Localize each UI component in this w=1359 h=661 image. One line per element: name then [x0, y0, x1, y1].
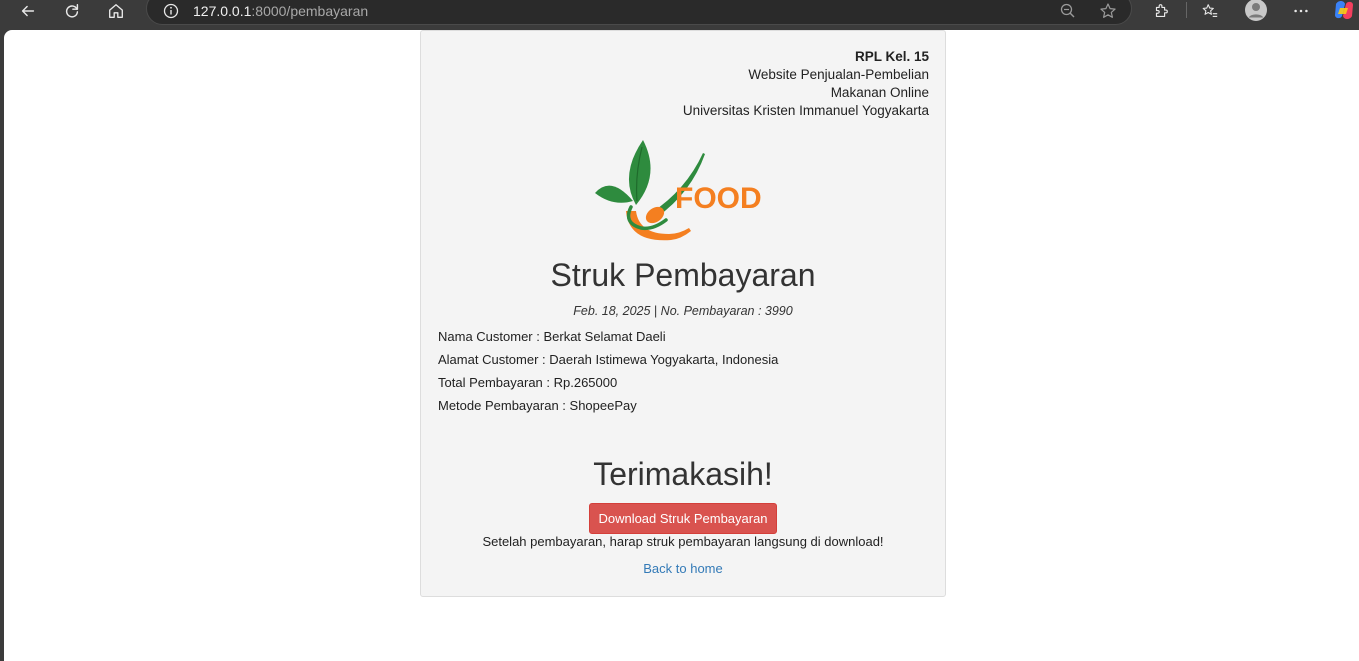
payment-total: Total Pembayaran : Rp.265000 [438, 375, 618, 390]
toolbar-divider [1186, 2, 1187, 18]
thank-you-heading: Terimakasih! [593, 456, 773, 492]
receipt-date: Feb. 18, 2025 [573, 304, 651, 318]
organization-header: RPL Kel. 15 Website Penjualan-Pembelian … [683, 48, 929, 120]
meta-separator: | [653, 304, 658, 318]
customer-address: Alamat Customer : Daerah Istimewa Yogyak… [438, 352, 779, 367]
star-icon[interactable] [1099, 2, 1117, 20]
more-icon[interactable] [1290, 0, 1312, 22]
favorites-icon[interactable] [1199, 0, 1221, 22]
receipt-details: Nama Customer : Berkat Selamat Daeli Ala… [438, 328, 778, 420]
download-receipt-button[interactable]: Download Struk Pembayaran [589, 503, 777, 534]
extensions-icon[interactable] [1150, 0, 1172, 22]
logo-text: FOOD [675, 182, 762, 215]
payment-method: Metode Pembayaran : ShopeePay [438, 398, 637, 413]
home-icon[interactable] [101, 0, 131, 22]
receipt-meta: Feb. 18, 2025 | No. Pembayaran : 3990 [421, 304, 945, 318]
zoom-icon[interactable] [1059, 2, 1077, 20]
info-icon[interactable] [163, 3, 179, 19]
refresh-icon[interactable] [57, 0, 87, 22]
page-viewport: RPL Kel. 15 Website Penjualan-Pembelian … [4, 30, 1359, 661]
receipt-title: Struk Pembayaran [550, 257, 816, 293]
back-home-container: Back to home [421, 561, 945, 576]
site-description-line-1: Website Penjualan-Pembelian [748, 67, 929, 82]
profile-icon[interactable] [1244, 0, 1268, 22]
back-to-home-link[interactable]: Back to home [643, 561, 723, 576]
receipt-number: No. Pembayaran : 3990 [660, 304, 793, 318]
food-logo: FOOD [595, 140, 762, 241]
back-icon[interactable] [13, 0, 43, 22]
customer-name: Nama Customer : Berkat Selamat Daeli [438, 329, 666, 344]
group-name: RPL Kel. 15 [854, 49, 929, 64]
copilot-icon[interactable] [1332, 0, 1356, 22]
browser-toolbar: 127.0.0.1:8000/pembayaran [0, 0, 1359, 30]
address-bar[interactable]: 127.0.0.1:8000/pembayaran [146, 0, 1132, 25]
site-description-line-2: Makanan Online [830, 85, 929, 100]
download-note: Setelah pembayaran, harap struk pembayar… [482, 534, 884, 549]
university-name: Universitas Kristen Immanuel Yogyakarta [682, 103, 929, 118]
url-text[interactable]: 127.0.0.1:8000/pembayaran [193, 3, 368, 19]
receipt-card: RPL Kel. 15 Website Penjualan-Pembelian … [420, 30, 946, 597]
